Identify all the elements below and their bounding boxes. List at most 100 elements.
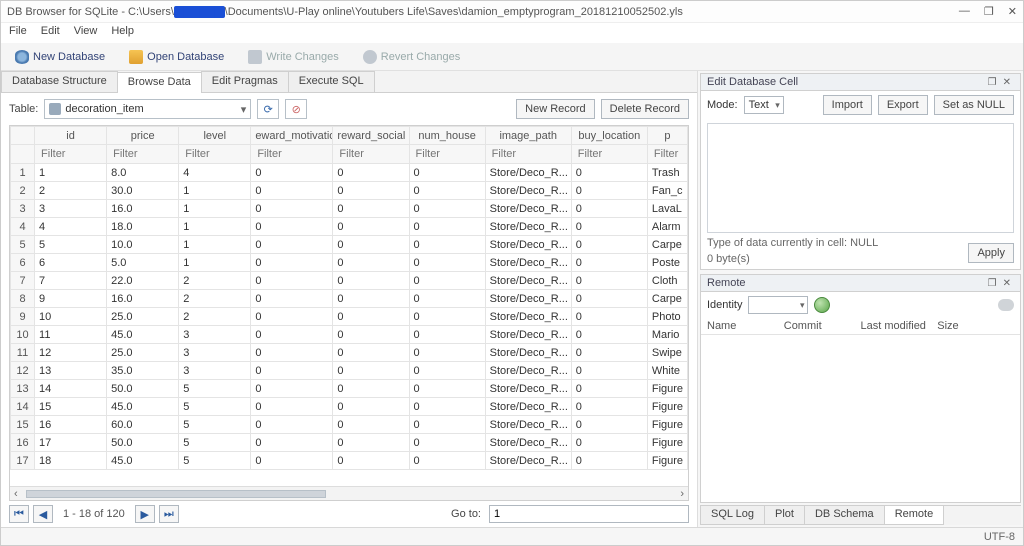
open-database-button[interactable]: Open Database xyxy=(123,48,230,66)
table-row[interactable]: 2230.01000Store/Deco_R...0Fan_c xyxy=(11,182,688,200)
table-row[interactable]: 151660.05000Store/Deco_R...0Figure xyxy=(11,416,688,434)
table-row[interactable]: 131450.05000Store/Deco_R...0Figure xyxy=(11,380,688,398)
record-range: 1 - 18 of 120 xyxy=(63,508,125,520)
edit-cell-close-button[interactable]: ✕ xyxy=(1000,77,1014,88)
table-row[interactable]: 5510.01000Store/Deco_R...0Carpe xyxy=(11,236,688,254)
new-record-button[interactable]: New Record xyxy=(516,99,595,119)
table-row[interactable]: 8916.02000Store/Deco_R...0Carpe xyxy=(11,290,688,308)
remote-close-button[interactable]: ✕ xyxy=(1000,278,1014,289)
prev-page-button[interactable]: ◀ xyxy=(33,505,53,523)
tab-sql-log[interactable]: SQL Log xyxy=(700,506,765,525)
db-icon xyxy=(15,50,29,64)
tab-execute-sql[interactable]: Execute SQL xyxy=(288,71,375,92)
folder-icon xyxy=(129,50,143,64)
menu-file[interactable]: File xyxy=(9,25,27,41)
col-buy-location[interactable]: buy_location xyxy=(571,127,647,145)
table-row[interactable]: 665.01000Store/Deco_R...0Poste xyxy=(11,254,688,272)
filter-input[interactable] xyxy=(255,147,328,161)
col-reward-social[interactable]: reward_social xyxy=(333,127,409,145)
close-button[interactable]: ✕ xyxy=(1008,5,1017,18)
table-row[interactable]: 101145.03000Store/Deco_R...0Mario xyxy=(11,326,688,344)
mode-select[interactable]: Text xyxy=(744,96,784,114)
export-button[interactable]: Export xyxy=(878,95,928,115)
table-row[interactable]: 91025.02000Store/Deco_R...0Photo xyxy=(11,308,688,326)
menu-view[interactable]: View xyxy=(74,25,98,41)
delete-record-button[interactable]: Delete Record xyxy=(601,99,689,119)
tab-edit-pragmas[interactable]: Edit Pragmas xyxy=(201,71,289,92)
remote-list xyxy=(701,335,1020,502)
edit-cell-panel-title: Edit Database Cell xyxy=(707,76,798,88)
filter-input[interactable] xyxy=(39,147,102,161)
set-null-button[interactable]: Set as NULL xyxy=(934,95,1014,115)
refresh-button[interactable]: ⟳ xyxy=(257,99,279,119)
last-page-button[interactable]: ⏭ xyxy=(159,505,179,523)
table-select[interactable]: decoration_item ▾ xyxy=(44,99,251,119)
col-reward-motivation[interactable]: eward_motivatio xyxy=(251,127,333,145)
remote-col-last-modified[interactable]: Last modified xyxy=(861,320,938,332)
window-title: DB Browser for SQLite - C:\Users\██████\… xyxy=(7,6,959,18)
filter-input[interactable] xyxy=(652,147,683,161)
table-row[interactable]: 7722.02000Store/Deco_R...0Cloth xyxy=(11,272,688,290)
table-row[interactable]: 4418.01000Store/Deco_R...0Alarm xyxy=(11,218,688,236)
tab-database-structure[interactable]: Database Structure xyxy=(1,71,118,92)
remote-col-size[interactable]: Size xyxy=(937,320,1014,332)
col-num-house[interactable]: num_house xyxy=(409,127,485,145)
data-grid[interactable]: id price level eward_motivatio reward_so… xyxy=(10,126,688,486)
table-row[interactable]: 111225.03000Store/Deco_R...0Swipe xyxy=(11,344,688,362)
tab-remote[interactable]: Remote xyxy=(884,506,945,525)
write-icon xyxy=(248,50,262,64)
globe-icon[interactable] xyxy=(814,297,830,313)
first-page-button[interactable]: ⏮ xyxy=(9,505,29,523)
import-button[interactable]: Import xyxy=(823,95,872,115)
col-id[interactable]: id xyxy=(35,127,107,145)
filter-input[interactable] xyxy=(337,147,404,161)
menu-help[interactable]: Help xyxy=(111,25,134,41)
menu-edit[interactable]: Edit xyxy=(41,25,60,41)
clear-filter-button[interactable]: ⊘ xyxy=(285,99,307,119)
revert-changes-button[interactable]: Revert Changes xyxy=(357,48,467,66)
status-encoding: UTF-8 xyxy=(984,531,1015,543)
goto-input[interactable] xyxy=(489,505,689,523)
table-row[interactable]: 161750.05000Store/Deco_R...0Figure xyxy=(11,434,688,452)
col-price[interactable]: price xyxy=(107,127,179,145)
new-database-button[interactable]: New Database xyxy=(9,48,111,66)
cell-type-text: Type of data currently in cell: NULL xyxy=(701,237,968,253)
tab-db-schema[interactable]: DB Schema xyxy=(804,506,885,525)
filter-input[interactable] xyxy=(576,147,643,161)
cell-bytes-text: 0 byte(s) xyxy=(701,253,968,269)
filter-input[interactable] xyxy=(183,147,246,161)
menubar: File Edit View Help xyxy=(1,23,1023,43)
table-row[interactable]: 171845.05000Store/Deco_R...0Figure xyxy=(11,452,688,470)
table-icon xyxy=(49,103,61,115)
filter-input[interactable] xyxy=(111,147,174,161)
filter-input[interactable] xyxy=(414,147,481,161)
write-changes-button[interactable]: Write Changes xyxy=(242,48,345,66)
identity-select[interactable] xyxy=(748,296,808,314)
next-page-button[interactable]: ▶ xyxy=(135,505,155,523)
table-row[interactable]: 121335.03000Store/Deco_R...0White xyxy=(11,362,688,380)
cloud-icon[interactable] xyxy=(998,299,1014,311)
tab-browse-data[interactable]: Browse Data xyxy=(117,72,202,93)
table-row[interactable]: 141545.05000Store/Deco_R...0Figure xyxy=(11,398,688,416)
main-tabs: Database Structure Browse Data Edit Prag… xyxy=(1,71,697,93)
remote-col-commit[interactable]: Commit xyxy=(784,320,861,332)
table-label: Table: xyxy=(9,103,38,115)
table-row[interactable]: 118.04000Store/Deco_R...0Trash xyxy=(11,164,688,182)
maximize-button[interactable]: ❐ xyxy=(984,5,994,18)
col-image-path[interactable]: image_path xyxy=(485,127,571,145)
remote-undock-button[interactable]: ❐ xyxy=(985,278,1000,289)
minimize-button[interactable]: — xyxy=(959,5,970,18)
toolbar: New Database Open Database Write Changes… xyxy=(1,43,1023,71)
identity-label: Identity xyxy=(707,299,742,311)
col-extra[interactable]: p xyxy=(647,127,687,145)
cell-editor[interactable] xyxy=(707,123,1014,233)
revert-icon xyxy=(363,50,377,64)
remote-col-name[interactable]: Name xyxy=(707,320,784,332)
table-row[interactable]: 3316.01000Store/Deco_R...0LavaL xyxy=(11,200,688,218)
apply-button[interactable]: Apply xyxy=(968,243,1014,263)
edit-cell-undock-button[interactable]: ❐ xyxy=(985,77,1000,88)
tab-plot[interactable]: Plot xyxy=(764,506,805,525)
horizontal-scrollbar[interactable]: ‹ › xyxy=(10,486,688,500)
col-level[interactable]: level xyxy=(179,127,251,145)
filter-input[interactable] xyxy=(490,147,567,161)
